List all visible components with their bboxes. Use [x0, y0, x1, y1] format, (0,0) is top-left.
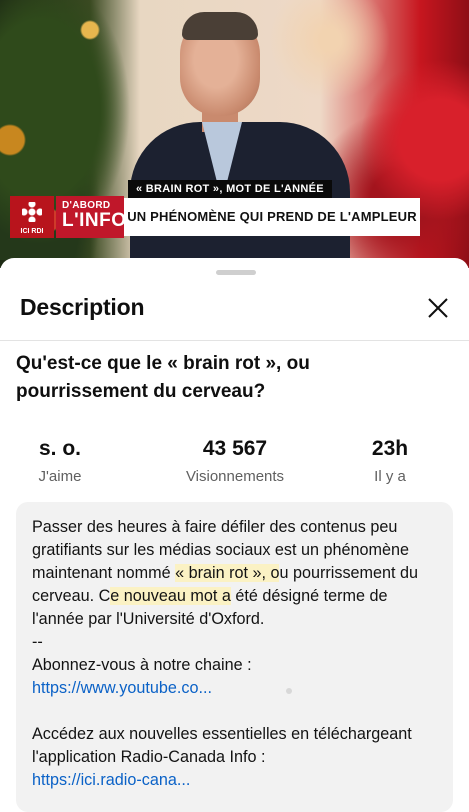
- touch-indicator: [286, 688, 292, 694]
- header-divider: [0, 340, 469, 341]
- separator: --: [32, 633, 43, 651]
- ici-rdi-logo-icon: ICI RDI: [10, 196, 54, 238]
- brand-line-2: L'INFO: [62, 210, 127, 231]
- views-label: Visionnements: [185, 468, 285, 485]
- description-paragraph: Passer des heures à faire défiler des co…: [32, 516, 442, 631]
- sheet-title: Description: [20, 294, 145, 320]
- video-player[interactable]: « BRAIN ROT », MOT DE L'ANNÉE ICI RDI D'…: [0, 0, 469, 268]
- description-box[interactable]: Passer des heures à faire défiler des co…: [16, 502, 453, 812]
- close-button[interactable]: [424, 294, 452, 322]
- lower-third-headline: UN PHÉNOMÈNE QUI PREND DE L'AMPLEUR: [124, 198, 420, 236]
- stat-likes: s. o. J'aime: [20, 436, 100, 485]
- highlight-nouveau-mot: e nouveau mot a: [110, 587, 231, 605]
- video-title: Qu'est-ce que le « brain rot », ou pourr…: [16, 353, 310, 402]
- radio-canada-link[interactable]: https://ici.radio-cana...: [32, 771, 190, 789]
- published-value: 23h: [371, 437, 409, 460]
- app-text: Accédez aux nouvelles essentielles en té…: [32, 725, 412, 766]
- published-label: Il y a: [374, 468, 406, 485]
- brand-bug: D'ABORD L'INFO: [56, 196, 127, 238]
- likes-label: J'aime: [38, 468, 82, 485]
- stat-views: 43 567 Visionnements: [160, 436, 310, 485]
- highlight-brain-rot: « brain rot », o: [175, 564, 280, 582]
- likes-value: s. o.: [38, 437, 81, 460]
- description-text: Passer des heures à faire défiler des co…: [32, 516, 442, 792]
- views-value: 43 567: [202, 437, 268, 460]
- stats-row: s. o. J'aime 43 567 Visionnements 23h Il…: [0, 436, 469, 496]
- lower-third-kicker: « BRAIN ROT », MOT DE L'ANNÉE: [128, 180, 332, 198]
- description-sheet: Description Qu'est-ce que le « brain rot…: [0, 258, 469, 812]
- close-icon: [428, 298, 448, 318]
- stat-published: 23h Il y a: [350, 436, 430, 485]
- youtube-link[interactable]: https://www.youtube.co...: [32, 679, 212, 697]
- drag-handle[interactable]: [216, 270, 256, 275]
- subscribe-text: Abonnez-vous à notre chaine :: [32, 656, 252, 674]
- network-logo-label: ICI RDI: [20, 228, 44, 235]
